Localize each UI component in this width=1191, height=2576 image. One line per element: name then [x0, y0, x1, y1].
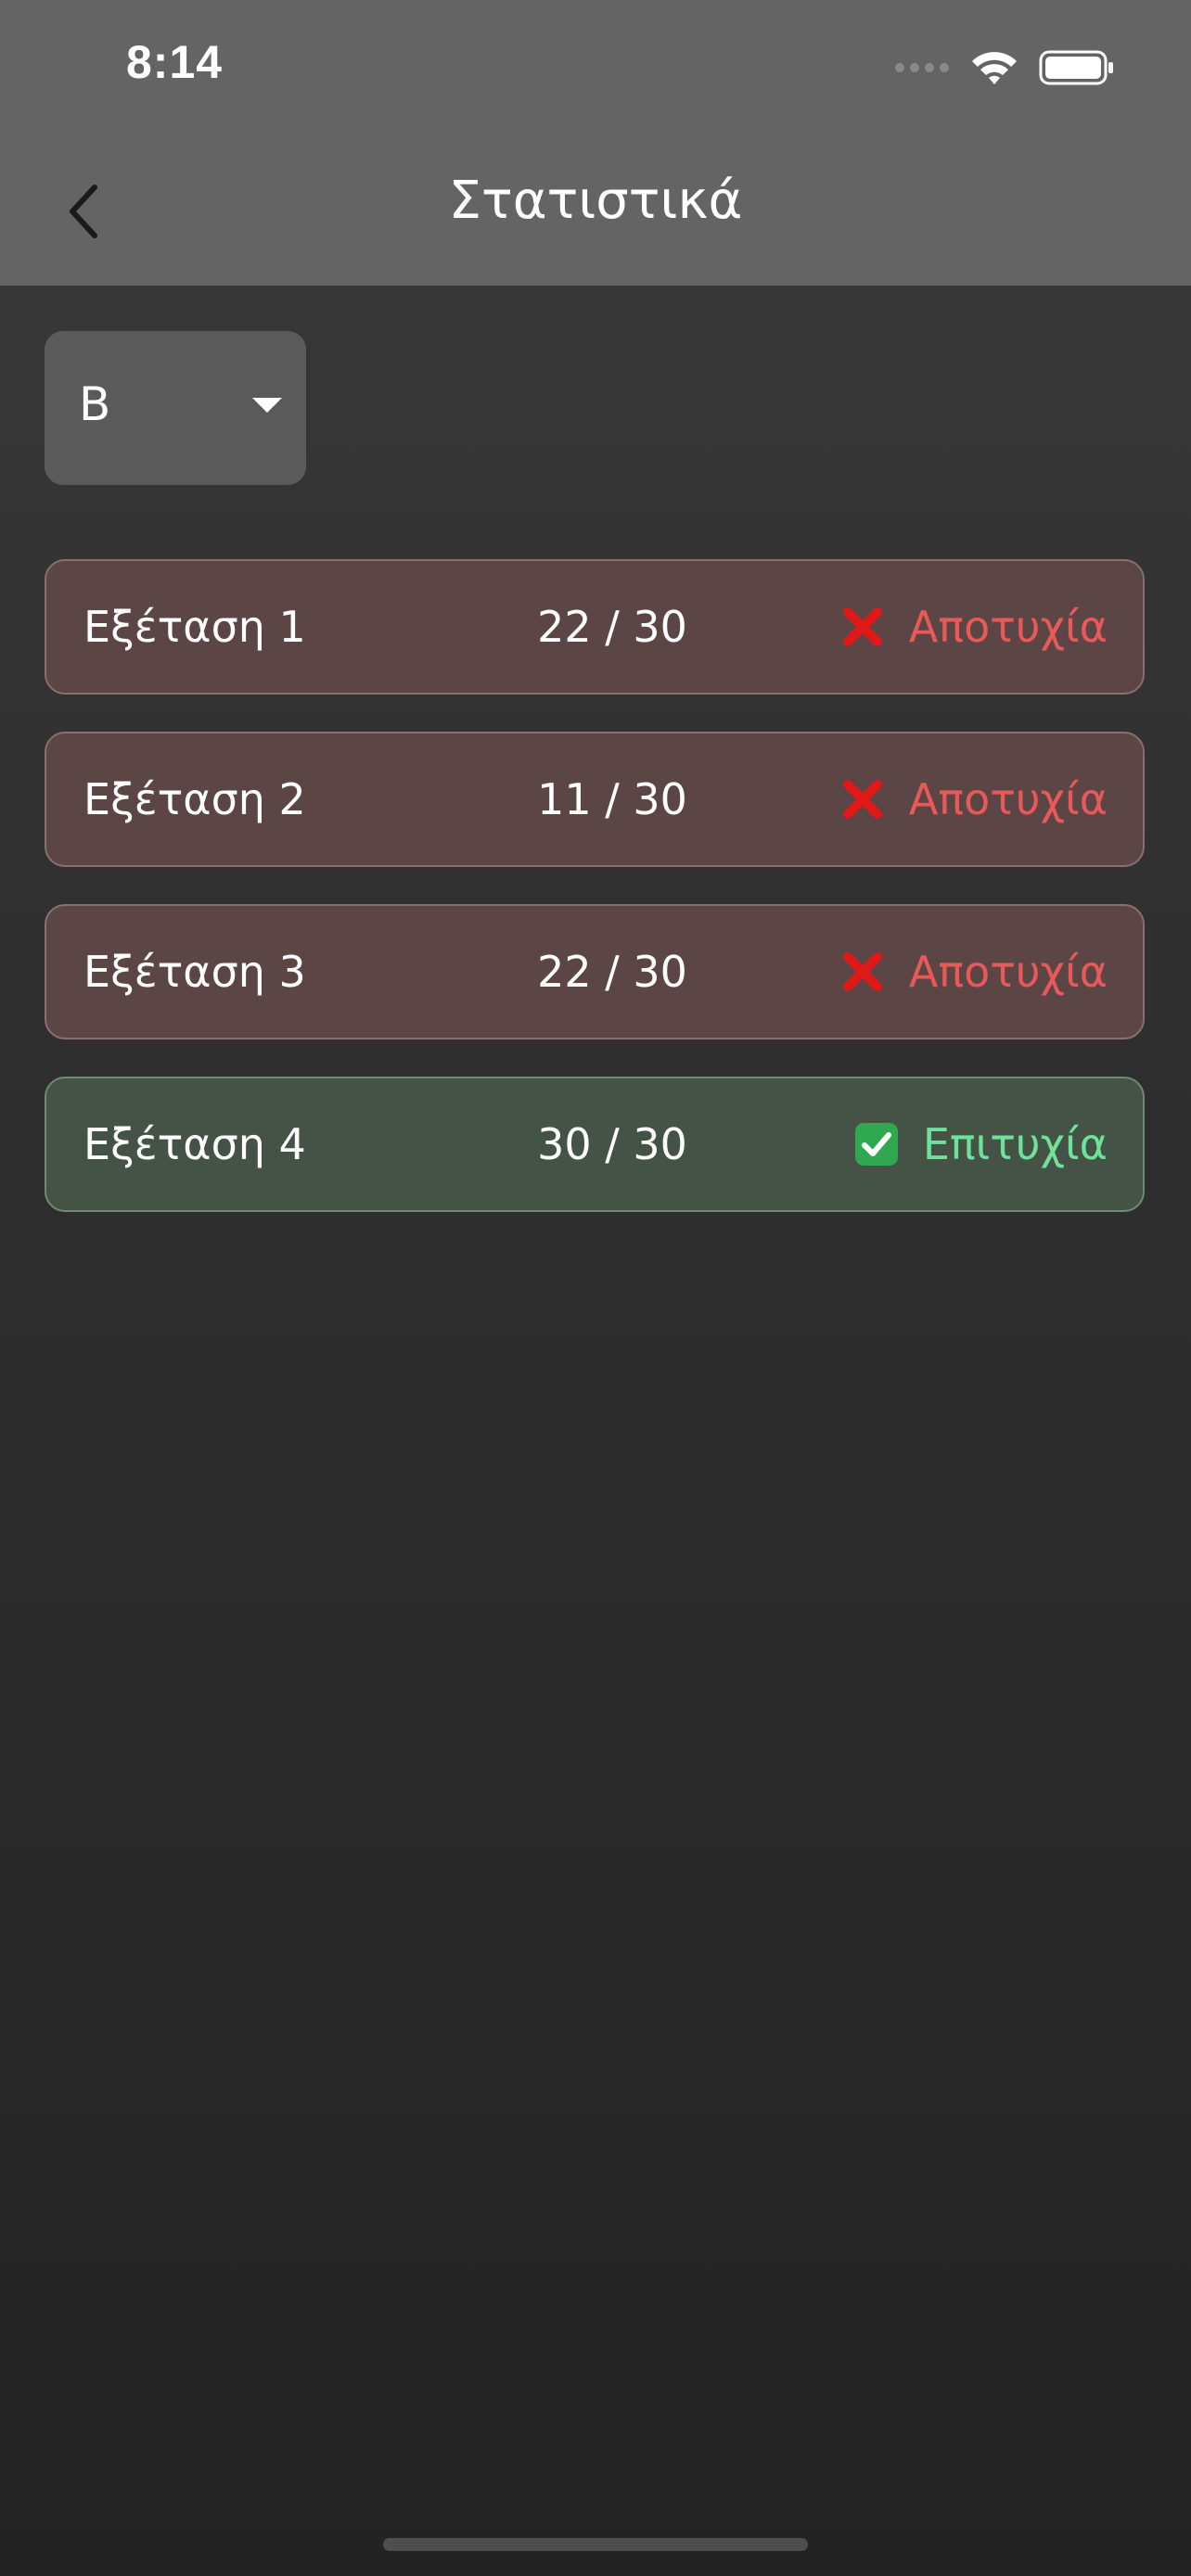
page-title: Στατιστικά [448, 171, 743, 231]
home-indicator[interactable] [383, 2538, 808, 2551]
cellular-signal-icon [895, 63, 949, 72]
wifi-icon [972, 52, 1017, 84]
status-bar: 8:14 [0, 0, 1191, 139]
status-text: Αποτυχία [908, 602, 1108, 652]
exam-score: 30 / 30 [537, 1119, 687, 1169]
category-dropdown[interactable]: B [45, 331, 306, 485]
status-icons [894, 45, 1115, 91]
exam-status: Αποτυχία [840, 943, 1108, 1001]
check-mark-icon [854, 1123, 898, 1166]
status-time: 8:14 [126, 36, 224, 88]
exam-score: 22 / 30 [537, 602, 687, 652]
caret-down-icon [252, 398, 282, 413]
status-text: Αποτυχία [908, 774, 1108, 824]
exam-status: Επιτυχία [854, 1116, 1108, 1173]
status-text: Επιτυχία [922, 1119, 1108, 1169]
exam-row[interactable]: Εξέταση 1 22 / 30 Αποτυχία [45, 559, 1145, 695]
cross-mark-icon [842, 780, 882, 819]
exam-status: Αποτυχία [840, 771, 1108, 828]
dropdown-selected-value: B [79, 377, 111, 431]
exam-row[interactable]: Εξέταση 4 30 / 30 Επιτυχία [45, 1077, 1145, 1212]
exam-row[interactable]: Εξέταση 2 11 / 30 Αποτυχία [45, 732, 1145, 867]
exam-name: Εξέταση 1 [83, 602, 306, 652]
exam-name: Εξέταση 4 [83, 1119, 306, 1169]
status-text: Αποτυχία [908, 947, 1108, 997]
navigation-bar: Στατιστικά [0, 139, 1191, 286]
cross-mark-icon [842, 607, 882, 646]
exam-status: Αποτυχία [840, 598, 1108, 656]
cross-mark-icon [842, 952, 882, 991]
exam-score: 22 / 30 [537, 947, 687, 997]
exam-score: 11 / 30 [537, 774, 687, 824]
exam-name: Εξέταση 3 [83, 947, 306, 997]
exam-name: Εξέταση 2 [83, 774, 306, 824]
exam-row[interactable]: Εξέταση 3 22 / 30 Αποτυχία [45, 904, 1145, 1039]
battery-icon [1039, 50, 1113, 85]
